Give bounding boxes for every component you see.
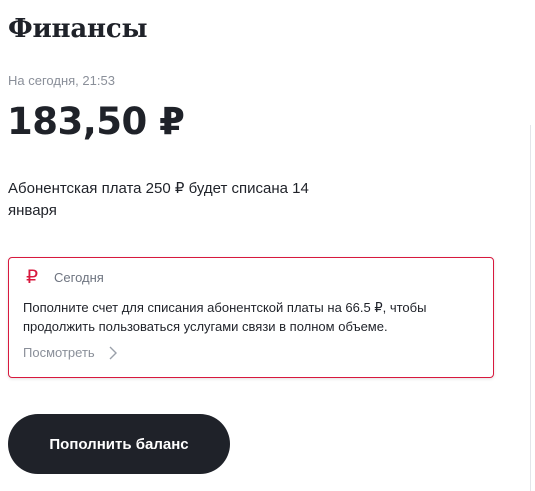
view-details-label: Посмотреть (23, 345, 95, 360)
balance-timestamp: На сегодня, 21:53 (8, 73, 115, 88)
view-details-link[interactable]: Посмотреть (23, 345, 117, 360)
alert-date: Сегодня (54, 270, 104, 285)
top-up-balance-button[interactable]: Пополнить баланс (8, 414, 230, 474)
panel-divider (530, 125, 531, 491)
chevron-right-icon (109, 346, 117, 359)
finance-page: Финансы На сегодня, 21:53 183,50 ₽ Абоне… (0, 0, 535, 491)
subscription-fee-note: Абонентская плата 250 ₽ будет списана 14… (8, 180, 309, 219)
alert-message: Пополните счет для списания абонентской … (23, 300, 427, 334)
payment-alert-card: ₽ Сегодня Пополните счет для списания аб… (8, 257, 494, 378)
page-title: Финансы (8, 14, 148, 44)
balance-amount: 183,50 ₽ (7, 100, 185, 143)
ruble-icon: ₽ (26, 266, 39, 288)
